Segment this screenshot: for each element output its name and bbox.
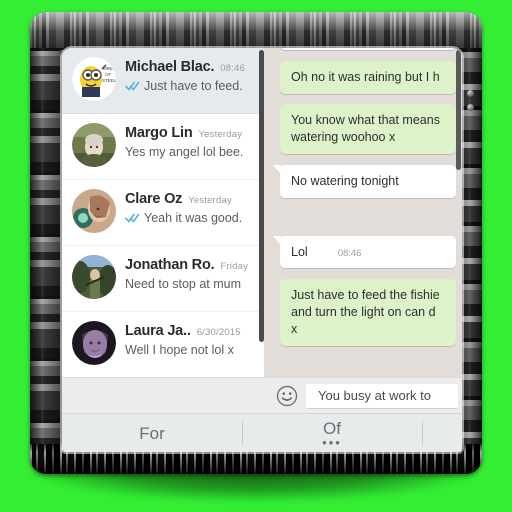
conversation-time: Yesterday [188, 195, 232, 206]
scrollbar-thumb[interactable] [456, 50, 461, 170]
person-drinking-avatar-icon [72, 189, 116, 233]
avatar: MINI. OF STEEL [72, 57, 116, 101]
chat-bubble-incoming-1[interactable]: No watering tonight [273, 164, 456, 198]
chat-bubble-cut-off[interactable] [280, 48, 456, 50]
svg-text:OF: OF [105, 72, 112, 77]
person-camo-avatar-icon [72, 255, 116, 299]
double-check-icon [125, 213, 140, 223]
svg-text:MINI.: MINI. [103, 66, 114, 71]
conversation-text: Laura Ja.. 6/30/2015 Well I hope not lol… [125, 321, 258, 357]
conversation-preview: Well I hope not lol x [125, 343, 234, 357]
conversation-header-row: Jonathan Ro. Friday [125, 257, 258, 273]
minion-avatar-icon: MINI. OF STEEL [72, 57, 116, 101]
smiley-face-icon[interactable] [276, 385, 298, 407]
conversation-time: 08:46 [220, 63, 246, 74]
conversation-preview-row: Just have to feed. [125, 79, 258, 93]
conversation-name: Laura Ja.. [125, 323, 191, 339]
conversation-name: Margo Lin [125, 125, 193, 141]
person-outdoors-avatar-icon [72, 123, 116, 167]
conversation-preview-row: Yeah it was good. [125, 211, 258, 225]
conversation-list[interactable]: MINI. OF STEEL Michael Blac. 08:46 Just … [62, 48, 264, 377]
conversation-time: Friday [220, 261, 249, 272]
chat-bubble-outgoing-2[interactable]: You know what that means watering woohoo … [280, 103, 456, 154]
double-check-icon [125, 81, 140, 91]
avatar [72, 321, 116, 365]
avatar [72, 123, 116, 167]
person-purple-avatar-icon [72, 321, 116, 365]
conversation-item-laura-ja[interactable]: Laura Ja.. 6/30/2015 Well I hope not lol… [62, 312, 264, 377]
conversation-name: Jonathan Ro. [125, 257, 215, 273]
conversation-header-row: Laura Ja.. 6/30/2015 [125, 323, 258, 339]
conversation-preview: Need to stop at mum [125, 277, 242, 291]
conversation-preview: Yes my angel lol bee. [125, 145, 244, 159]
chat-bubble-time: 08:46 [337, 247, 362, 259]
tab-bar-spacer [422, 414, 462, 452]
avatar [72, 189, 116, 233]
conversation-time: 6/30/2015 [196, 327, 241, 338]
conversation-preview-row: Yes my angel lol bee. [125, 145, 258, 159]
conversation-text: Michael Blac. 08:46 Just have to feed. [125, 57, 258, 93]
conversation-item-clare-oz[interactable]: Clare Oz Yesterday Yeah it was good. [62, 180, 264, 246]
conversation-header-row: Clare Oz Yesterday [125, 191, 258, 207]
frame-accent-dot-top [467, 90, 474, 97]
conversation-time: Yesterday [198, 129, 243, 140]
tab-label: For [139, 423, 165, 443]
conversation-item-michael-blac[interactable]: MINI. OF STEEL Michael Blac. 08:46 Just … [62, 48, 264, 114]
message-input[interactable]: You busy at work to [306, 383, 458, 408]
conversation-name: Michael Blac. [125, 59, 215, 75]
frame-left-rail [30, 48, 60, 444]
messaging-app: MINI. OF STEEL Michael Blac. 08:46 Just … [62, 48, 462, 452]
conversation-preview: Just have to feed. [144, 79, 243, 93]
device-frame: MINI. OF STEEL Michael Blac. 08:46 Just … [30, 12, 482, 474]
conversation-preview: Yeah it was good. [144, 211, 243, 225]
conversation-header-row: Margo Lin Yesterday [125, 125, 258, 141]
screenshot-root: MINI. OF STEEL Michael Blac. 08:46 Just … [0, 0, 512, 512]
conversation-preview-row: Need to stop at mum [125, 277, 258, 291]
tab-for[interactable]: For [62, 414, 242, 452]
bottom-tab-bar: For Of ••• [62, 413, 462, 452]
chat-bubble-outgoing-1[interactable]: Oh no it was raining but I h [280, 61, 456, 94]
device-screen: MINI. OF STEEL Michael Blac. 08:46 Just … [62, 48, 462, 452]
conversation-text: Clare Oz Yesterday Yeah it was good. [125, 189, 258, 225]
svg-text:STEEL: STEEL [102, 78, 116, 83]
conversation-item-jonathan-ro[interactable]: Jonathan Ro. Friday Need to stop at mum [62, 246, 264, 312]
message-composer: You busy at work to [62, 377, 462, 413]
conversation-item-margo-lin[interactable]: Margo Lin Yesterday Yes my angel lol bee… [62, 114, 264, 180]
chat-bubble-outgoing-3[interactable]: Just have to feed the fishie and turn the… [280, 279, 456, 346]
chat-thread[interactable]: Oh no it was raining but I h You know wh… [264, 48, 462, 377]
tab-of[interactable]: Of ••• [242, 414, 422, 452]
chat-bubble-incoming-2[interactable]: Lol 08:46 [273, 235, 456, 269]
conversation-preview-row: Well I hope not lol x [125, 343, 258, 357]
frame-accent-dot-bottom [467, 104, 474, 111]
conversation-header-row: Michael Blac. 08:46 [125, 59, 258, 75]
chat-scrollbar[interactable] [456, 50, 461, 377]
frame-top-grill [30, 12, 482, 50]
conversation-text: Jonathan Ro. Friday Need to stop at mum [125, 255, 258, 291]
chat-bubble-text: Lol [291, 244, 308, 259]
conversation-text: Margo Lin Yesterday Yes my angel lol bee… [125, 123, 258, 159]
conversation-name: Clare Oz [125, 191, 183, 207]
app-panes: MINI. OF STEEL Michael Blac. 08:46 Just … [62, 48, 462, 377]
tab-overflow-dots[interactable]: ••• [322, 436, 342, 449]
avatar [72, 255, 116, 299]
